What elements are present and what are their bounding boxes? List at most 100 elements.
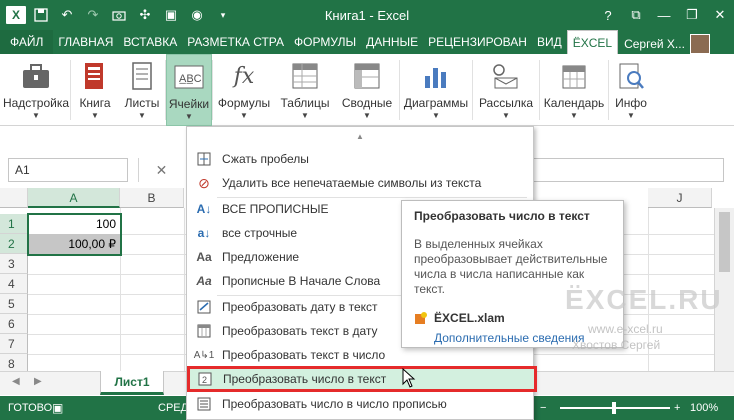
save-icon[interactable] xyxy=(30,4,52,26)
ribbon-button-cells[interactable]: A̲B̲C Ячейки ▼ xyxy=(166,54,212,126)
restore-button[interactable]: ❐ xyxy=(678,0,706,30)
ribbon-button-formulas[interactable]: fx Формулы ▼ xyxy=(213,54,275,126)
ribbon-button-addin[interactable]: Надстройка ▼ xyxy=(2,54,70,126)
tab-review[interactable]: РЕЦЕНЗИРОВАН xyxy=(423,30,532,54)
sheet-next-icon[interactable]: ▶ xyxy=(34,376,42,387)
camera-icon[interactable] xyxy=(108,4,130,26)
menu-item-label: Преобразовать текст в дату xyxy=(222,324,378,338)
date-text-icon xyxy=(193,296,215,318)
menu-item-remove-nonprintable[interactable]: ⊘ Удалить все непечатаемые символы из те… xyxy=(189,171,531,195)
tab-data[interactable]: ДАННЫЕ xyxy=(361,30,423,54)
menu-item-label: Удалить все непечатаемые символы из текс… xyxy=(222,176,482,190)
close-button[interactable]: ✕ xyxy=(706,0,734,30)
excel-logo-icon: X xyxy=(6,6,26,24)
user-name: Сергей Х... xyxy=(624,37,685,51)
ribbon-button-book[interactable]: Книга ▼ xyxy=(71,54,119,126)
sheets-icon xyxy=(126,60,158,92)
table-icon xyxy=(289,60,321,92)
ribbon-button-mailing[interactable]: Рассылка ▼ xyxy=(473,54,539,126)
ribbon-display-button[interactable]: ⧉ xyxy=(622,0,650,30)
selection-range xyxy=(27,213,122,256)
row-header-4[interactable]: 4 xyxy=(0,274,28,294)
menu-item-label: все строчные xyxy=(222,226,298,240)
row-header-1[interactable]: 1 xyxy=(0,214,28,234)
tab-view[interactable]: ВИД xyxy=(532,30,567,54)
sentence-icon: Aa xyxy=(196,250,212,264)
menu-item-label: Преобразовать число в число прописью xyxy=(222,397,447,411)
row-header-2[interactable]: 2 xyxy=(0,234,28,254)
tab-page-layout[interactable]: РАЗМЕТКА СТРА xyxy=(182,30,289,54)
addin-icon xyxy=(415,312,427,324)
number-text-icon: 2 xyxy=(194,368,216,390)
dropdown-arrow-icon: ▼ xyxy=(570,111,578,120)
menu-item-trim-spaces[interactable]: Сжать пробелы xyxy=(189,147,531,171)
ribbon-button-calendar[interactable]: Календарь ▼ xyxy=(540,54,608,126)
tab-home[interactable]: ГЛАВНАЯ xyxy=(53,30,118,54)
menu-item-number-to-text[interactable]: 2 Преобразовать число в текст xyxy=(187,366,537,392)
mouse-cursor-icon xyxy=(402,368,416,388)
name-box[interactable]: A1 xyxy=(8,158,128,182)
ribbon-button-charts[interactable]: Диаграммы ▼ xyxy=(400,54,472,126)
dropdown-arrow-icon: ▼ xyxy=(91,111,99,120)
ribbon-label: Сводные xyxy=(341,96,393,110)
tab-formulas[interactable]: ФОРМУЛЫ xyxy=(289,30,361,54)
column-header-a[interactable]: A xyxy=(28,188,120,208)
ribbon-label: Рассылка xyxy=(478,96,534,110)
ribbon-button-info[interactable]: Инфо ▼ xyxy=(609,54,653,126)
scrollbar-thumb[interactable] xyxy=(719,212,730,272)
paste-icon[interactable]: ▣ xyxy=(160,4,182,26)
sheet-tab-active[interactable]: Лист1 xyxy=(100,371,164,395)
redo-icon[interactable]: ↷ xyxy=(82,4,104,26)
window-controls: ? ⧉ — ❐ ✕ xyxy=(594,0,734,30)
record-icon[interactable]: ◉ xyxy=(186,4,208,26)
ribbon-button-pivot[interactable]: Сводные ▼ xyxy=(335,54,399,126)
menu-item-number-to-words[interactable]: Преобразовать число в число прописью xyxy=(189,392,531,416)
row-header-3[interactable]: 3 xyxy=(0,254,28,274)
zoom-in-icon[interactable]: + xyxy=(674,402,680,414)
cells-icon: A̲B̲C xyxy=(173,61,205,93)
row-header-7[interactable]: 7 xyxy=(0,334,28,354)
zoom-out-icon[interactable]: − xyxy=(540,402,546,414)
macro-record-icon[interactable]: ▣ xyxy=(52,401,63,415)
menu-item-label: Преобразовать число в текст xyxy=(223,372,387,386)
addin-name: ЁXCEL.xlam xyxy=(434,311,505,325)
customize-qat-icon[interactable]: ▾ xyxy=(212,4,234,26)
help-button[interactable]: ? xyxy=(594,0,622,30)
number-words-icon xyxy=(193,393,215,415)
zoom-slider-thumb[interactable] xyxy=(612,402,616,414)
select-all-corner[interactable] xyxy=(0,188,28,208)
dropdown-arrow-icon: ▼ xyxy=(432,111,440,120)
tab-file[interactable]: ФАЙЛ xyxy=(0,30,54,54)
tab-insert[interactable]: ВСТАВКА xyxy=(118,30,182,54)
row-header-5[interactable]: 5 xyxy=(0,294,28,314)
dropdown-arrow-icon: ▼ xyxy=(363,111,371,120)
minimize-button[interactable]: — xyxy=(650,0,678,30)
dropdown-arrow-icon: ▼ xyxy=(627,111,635,120)
row-header-6[interactable]: 6 xyxy=(0,314,28,334)
status-ready: ГОТОВО xyxy=(8,402,53,414)
undo-icon[interactable]: ↶ xyxy=(56,4,78,26)
zoom-level[interactable]: 100% xyxy=(690,402,718,414)
menu-item-label: Предложение xyxy=(222,250,300,264)
menu-item-label: Преобразовать текст в число xyxy=(222,348,386,362)
menu-scroll-up-icon[interactable]: ▲ xyxy=(187,127,533,145)
ribbon-label: Ячейки xyxy=(168,97,210,111)
dropdown-arrow-icon: ▼ xyxy=(502,111,510,120)
status-average: СРЕД xyxy=(158,402,189,414)
tab-excel-addin[interactable]: ЁXCEL xyxy=(566,30,619,54)
macro-icon[interactable]: ✣ xyxy=(134,4,156,26)
ribbon-label: Листы xyxy=(124,96,160,110)
ribbon-label: Формулы xyxy=(217,96,271,110)
sheet-prev-icon[interactable]: ◀ xyxy=(12,376,20,387)
ribbon-label: Книга xyxy=(79,96,111,110)
ribbon-button-tables[interactable]: Таблицы ▼ xyxy=(275,54,335,126)
row-header-8[interactable]: 8 xyxy=(0,354,28,371)
user-account[interactable]: Сергей Х... xyxy=(624,34,710,54)
formula-input[interactable] xyxy=(534,158,724,182)
column-header-j[interactable]: J xyxy=(648,188,712,208)
ribbon-button-sheets[interactable]: Листы ▼ xyxy=(119,54,165,126)
column-header-b[interactable]: B xyxy=(120,188,184,208)
cancel-icon[interactable]: ✕ xyxy=(138,158,184,182)
svg-text:A̲B̲C: A̲B̲C xyxy=(179,73,202,85)
compress-icon xyxy=(193,148,215,170)
